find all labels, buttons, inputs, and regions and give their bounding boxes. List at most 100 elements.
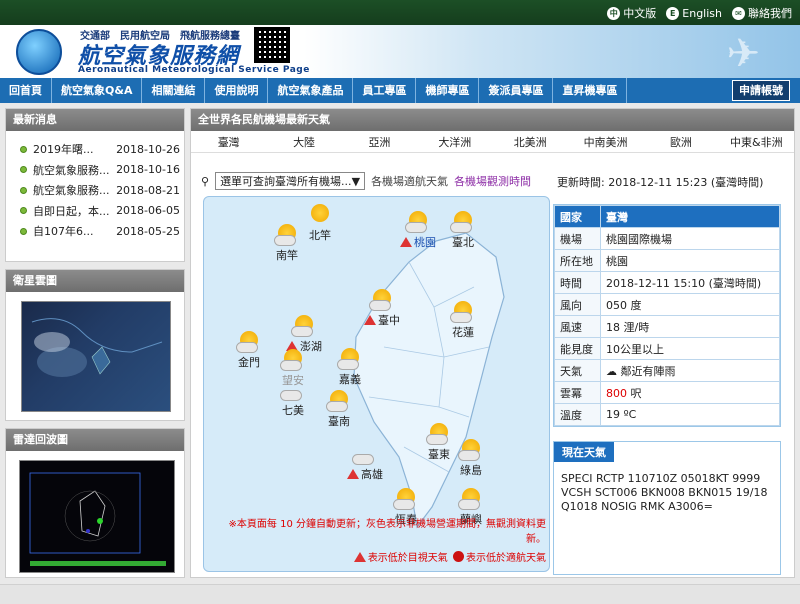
news-item[interactable]: 航空氣象服務... 2018-08-21 — [20, 180, 180, 201]
radar-image[interactable] — [19, 460, 175, 573]
rain-cloud-icon: ☁ — [606, 364, 617, 378]
table-row: 天氣 ☁ 鄰近有陣雨 — [554, 359, 780, 382]
table-row: 機場 桃園國際機場 — [554, 227, 780, 250]
news-item[interactable]: 2019年曙... 2018-10-26 — [20, 139, 180, 160]
station-beigan[interactable]: 北竿 — [307, 204, 333, 243]
qr-code — [254, 27, 290, 63]
station-kinmen[interactable]: 金門 — [236, 331, 262, 370]
table-row: 風向 050 度 — [554, 293, 780, 316]
partly-cloudy-icon — [450, 211, 476, 233]
metar-text: SPECI RCTP 110710Z 05018KT 9999 VCSH SCT… — [561, 472, 768, 513]
station-taichung[interactable]: 臺中 — [364, 289, 400, 328]
partly-cloudy-icon — [458, 488, 484, 510]
partly-cloudy-icon — [458, 439, 484, 461]
tab-oceania[interactable]: 大洋洲 — [417, 134, 492, 150]
radar-title: 雷達回波圖 — [6, 429, 184, 451]
station-ludao[interactable]: 綠島 — [458, 439, 484, 478]
news-item[interactable]: 自即日起，本... 2018-06-05 — [20, 201, 180, 222]
partly-cloudy-icon — [337, 348, 363, 370]
tab-middle-east-africa[interactable]: 中東&非洲 — [719, 134, 794, 150]
current-weather-box: 現在天氣 SPECI RCTP 110710Z 05018KT 9999 VCS… — [553, 441, 781, 575]
partly-cloudy-icon — [274, 224, 300, 246]
table-row: 溫度 19 ºC — [554, 403, 780, 426]
station-taoyuan[interactable]: 桃園 — [400, 211, 436, 250]
chevron-down-icon: ▼ — [351, 174, 361, 188]
alert-circle-icon — [453, 551, 464, 562]
update-time: 更新時間: 2018-12-11 15:23 (臺灣時間) — [557, 176, 764, 189]
partly-cloudy-icon — [369, 289, 395, 311]
partly-cloudy-icon — [393, 488, 419, 510]
warning-icon — [353, 552, 366, 562]
news-panel: 最新消息 2019年曙... 2018-10-26 航空氣象服務... 2018-1… — [5, 108, 185, 262]
nav-links[interactable]: 相關連結 — [142, 78, 206, 103]
apply-account-button[interactable]: 申請帳號 — [732, 80, 790, 101]
chinese-icon: 中 — [607, 6, 621, 20]
table-row: 雲冪 800 呎 — [554, 381, 780, 404]
tab-mainland[interactable]: 大陸 — [266, 134, 341, 150]
site-name-en: Aeronautical Meteorological Service Page — [78, 65, 310, 75]
station-chiayi[interactable]: 嘉義 — [337, 348, 363, 387]
partly-cloudy-icon — [405, 211, 431, 233]
nav-dispatcher[interactable]: 簽派員專區 — [479, 78, 554, 103]
page-footer-bar — [0, 584, 800, 604]
nav-staff[interactable]: 員工專區 — [353, 78, 417, 103]
current-weather-title: 現在天氣 — [554, 442, 614, 462]
nav-home[interactable]: 回首頁 — [0, 78, 52, 103]
satellite-image[interactable] — [21, 301, 171, 412]
bullet-icon — [20, 166, 27, 174]
station-hualien[interactable]: 花蓮 — [450, 301, 476, 340]
bullet-icon — [20, 186, 27, 194]
airport-select[interactable]: 選單可查詢臺灣所有機場... ▼ — [215, 172, 366, 190]
contact-link[interactable]: ✉ 聯絡我們 — [732, 5, 792, 21]
cloudy-icon — [352, 443, 378, 465]
station-nangan[interactable]: 南竿 — [274, 224, 300, 263]
nav-usage[interactable]: 使用說明 — [205, 78, 269, 103]
station-taipei[interactable]: 臺北 — [450, 211, 476, 250]
english-icon: E — [666, 6, 680, 20]
table-row: 時間 2018-12-11 15:10 (臺灣時間) — [554, 271, 780, 294]
tab-asia[interactable]: 亞洲 — [342, 134, 417, 150]
partly-cloudy-icon — [291, 315, 317, 337]
english-version-link[interactable]: E English — [666, 5, 722, 21]
station-tainan[interactable]: 臺南 — [326, 390, 352, 429]
warning-icon — [347, 469, 359, 479]
main-title: 全世界各民航機場最新天氣 — [191, 109, 794, 131]
partly-cloudy-icon — [426, 423, 452, 445]
site-logo[interactable] — [16, 29, 62, 75]
taiwan-weather-map: 北竿 南竿 桃園 臺北 臺中 花蓮 澎湖 金門 望安 七美 嘉義 臺南 臺東 高… — [203, 196, 550, 572]
tab-europe[interactable]: 歐洲 — [643, 134, 718, 150]
chinese-version-link[interactable]: 中中文版 — [607, 5, 656, 21]
nav-products[interactable]: 航空氣象產品 — [268, 78, 354, 103]
plane-decoration: ✈ — [726, 31, 760, 77]
partly-cloudy-icon — [450, 301, 476, 323]
legend-note: 表示低於目視天氣 表示低於適航天氣 — [209, 549, 546, 564]
tab-latin-america[interactable]: 中南美洲 — [568, 134, 643, 150]
site-header: 交通部 民用航空局 飛航服務總臺 航空氣象服務網 Aeronautical Me… — [0, 25, 800, 78]
satellite-panel: 衛星雲圖 — [5, 269, 185, 421]
refresh-note: ※本頁面每 10 分鐘自動更新；灰色表示非機場營運期間，無觀測資料更新。 — [228, 519, 546, 545]
nav-faq[interactable]: 航空氣象Q&A — [52, 78, 143, 103]
main-weather-panel: 全世界各民航機場最新天氣 臺灣 大陸 亞洲 大洋洲 北美洲 中南美洲 歐洲 中東… — [190, 108, 795, 578]
bullet-icon — [20, 145, 27, 153]
warning-icon — [364, 315, 376, 325]
table-row: 能見度 10公里以上 — [554, 337, 780, 360]
station-kaohsiung[interactable]: 高雄 — [347, 443, 383, 482]
legend-obs-time-link[interactable]: 各機場觀測時間 — [454, 173, 531, 189]
nav-helicopter[interactable]: 直昇機專區 — [553, 78, 628, 103]
news-title: 最新消息 — [6, 109, 184, 131]
cloudy-icon — [280, 379, 306, 401]
tab-north-america[interactable]: 北美洲 — [493, 134, 568, 150]
partly-cloudy-icon — [280, 349, 306, 371]
nav-pilot[interactable]: 機師專區 — [416, 78, 480, 103]
partly-cloudy-icon — [236, 331, 262, 353]
tab-taiwan[interactable]: 臺灣 — [191, 134, 266, 150]
station-qimei[interactable]: 七美 — [280, 379, 306, 418]
region-tabs: 臺灣 大陸 亞洲 大洋洲 北美洲 中南美洲 歐洲 中東&非洲 — [191, 131, 794, 153]
news-item[interactable]: 航空氣象服務... 2018-10-16 — [20, 160, 180, 181]
sunny-icon — [307, 204, 333, 226]
news-item[interactable]: 自107年6... 2018-05-25 — [20, 221, 180, 242]
search-icon: ⚲ — [201, 174, 210, 188]
partly-cloudy-icon — [326, 390, 352, 412]
legend-weather-link[interactable]: 各機場適航天氣 — [371, 173, 448, 189]
station-taitung[interactable]: 臺東 — [426, 423, 452, 462]
